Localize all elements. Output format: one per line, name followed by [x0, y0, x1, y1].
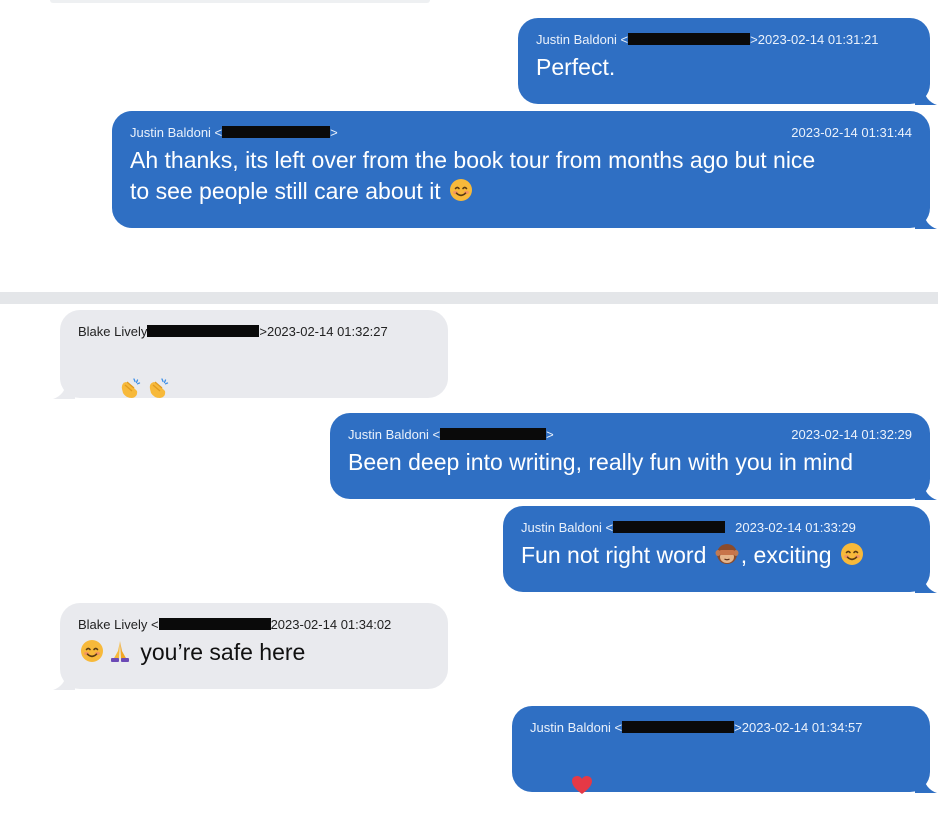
redacted-contact — [222, 126, 331, 138]
message-header: Blake Lively < 2023-02-14 01:34:02 — [78, 615, 430, 633]
redacted-contact — [147, 325, 260, 337]
message-text-body: you’re safe here — [140, 639, 306, 665]
redacted-contact — [158, 618, 271, 630]
sender-name: Justin Baldoni < — [536, 31, 629, 47]
screenshot-divider — [0, 292, 938, 304]
message-bubble-outgoing[interactable]: Justin Baldoni < > 2023-02-14 01:34:57 — [512, 706, 930, 792]
redacted-contact — [613, 521, 726, 533]
message-bubble-outgoing[interactable]: Justin Baldoni < > 2023-02-14 01:32:29 B… — [330, 413, 930, 499]
message-bubble-incoming[interactable]: Blake Lively < 2023-02-14 01:34:02 you’r… — [60, 603, 448, 689]
bubble-tail — [53, 381, 75, 399]
message-text: Been deep into writing, really fun with … — [348, 449, 854, 475]
chat-screenshot-top: Justin Baldoni < > 2023-02-14 01:31:21 P… — [0, 0, 938, 292]
bubble-tail — [53, 672, 75, 690]
message-header: Justin Baldoni < > 2023-02-14 01:34:57 — [530, 718, 912, 736]
previous-message-edge — [50, 0, 430, 3]
sender-bracket: > — [750, 31, 758, 47]
sender-bracket: > — [734, 719, 742, 735]
sender-bracket: > — [259, 323, 267, 339]
redacted-contact — [622, 721, 735, 733]
message-bubble-outgoing[interactable]: Justin Baldoni < > 2023-02-14 01:31:44 A… — [112, 111, 930, 228]
message-text: Ah thanks, its left over from the book t… — [130, 145, 912, 207]
message-timestamp: 2023-02-14 01:33:29 — [735, 519, 856, 535]
clapping-hands-icon — [146, 377, 170, 401]
message-text: you’re safe here — [78, 637, 430, 668]
message-bubble-incoming[interactable]: Blake Lively > 2023-02-14 01:32:27 — [60, 310, 448, 398]
bubble-tail — [915, 575, 937, 593]
message-text — [530, 740, 912, 833]
smiling-face-icon — [840, 542, 864, 566]
bubble-tail — [915, 87, 937, 105]
chat-screenshot-bottom: Blake Lively > 2023-02-14 01:32:27 Justi… — [0, 304, 938, 794]
message-header: Justin Baldoni < 2023-02-14 01:33:29 — [521, 518, 912, 536]
message-timestamp: 2023-02-14 01:31:21 — [757, 31, 879, 47]
message-header: Justin Baldoni < > 2023-02-14 01:31:44 — [130, 123, 912, 141]
message-timestamp: 2023-02-14 01:34:57 — [741, 719, 863, 735]
message-bubble-outgoing[interactable]: Justin Baldoni < 2023-02-14 01:33:29 Fun… — [503, 506, 930, 592]
smiling-face-icon — [449, 178, 473, 202]
message-text-part2: , exciting — [740, 542, 832, 568]
message-timestamp: 2023-02-14 01:32:27 — [266, 323, 388, 339]
message-timestamp: 2023-02-14 01:31:44 — [791, 124, 912, 140]
bubble-tail — [915, 211, 937, 229]
sender-name: Blake Lively — [78, 323, 148, 339]
message-header: Blake Lively > 2023-02-14 01:32:27 — [78, 322, 430, 340]
sender-name: Justin Baldoni < — [130, 124, 223, 140]
message-header: Justin Baldoni < > 2023-02-14 01:32:29 — [348, 425, 912, 443]
red-heart-icon — [570, 773, 594, 797]
bubble-tail — [915, 482, 937, 500]
sender-name: Justin Baldoni < — [530, 719, 623, 735]
see-no-evil-monkey-icon — [715, 542, 739, 566]
clapping-hands-icon — [118, 377, 142, 401]
redacted-contact — [440, 428, 547, 440]
bubble-tail — [915, 775, 937, 793]
sender-name: Blake Lively < — [78, 616, 159, 632]
message-timestamp: 2023-02-14 01:34:02 — [270, 616, 392, 632]
message-bubble-outgoing[interactable]: Justin Baldoni < > 2023-02-14 01:31:21 P… — [518, 18, 930, 104]
folded-hands-icon — [108, 639, 132, 663]
message-timestamp: 2023-02-14 01:32:29 — [791, 426, 912, 442]
sender-bracket: > — [330, 124, 338, 140]
message-text: Fun not right word , exciting — [521, 540, 912, 571]
smiling-face-icon — [80, 639, 104, 663]
message-text: Perfect. — [536, 54, 616, 80]
sender-name: Justin Baldoni < — [521, 519, 614, 535]
message-text-part1: Fun not right word — [521, 542, 707, 568]
redacted-contact — [628, 33, 751, 45]
message-header: Justin Baldoni < > 2023-02-14 01:31:21 — [536, 30, 912, 48]
sender-name: Justin Baldoni < — [348, 426, 441, 442]
sender-bracket: > — [546, 426, 554, 442]
